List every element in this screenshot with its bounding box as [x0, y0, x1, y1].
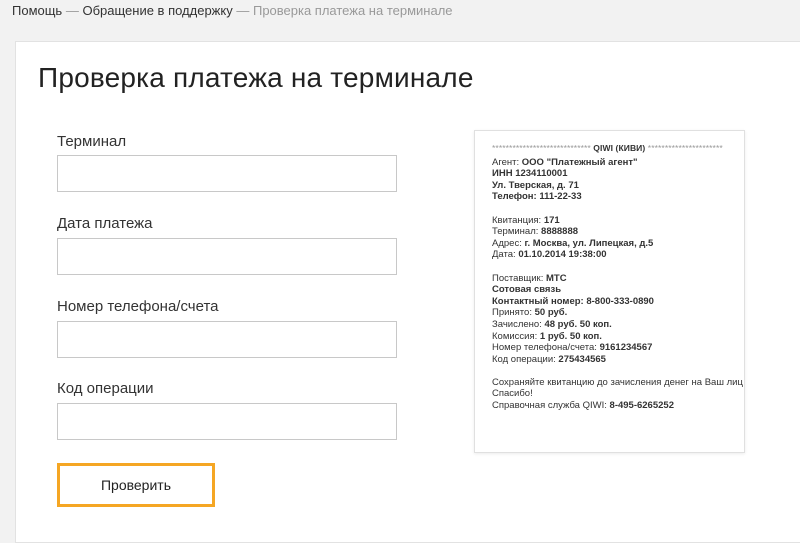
- operation-code-label: Код операции: [57, 380, 154, 397]
- payment-date-input[interactable]: [57, 238, 397, 275]
- receipt-header-stars: *****************************: [492, 143, 591, 153]
- receipt-help: Справочная служба QIWI: 8-495-6265252: [492, 400, 674, 412]
- receipt-number: Квитанция: 171: [492, 214, 560, 226]
- breadcrumb-separator: —: [236, 3, 250, 18]
- submit-button-highlight: Проверить: [57, 463, 215, 507]
- breadcrumb-current: Проверка платежа на терминале: [252, 3, 453, 18]
- receipt-service: Сотовая связь: [492, 284, 562, 296]
- receipt-inn: ИНН 1234110001: [492, 168, 568, 180]
- breadcrumb-separator: —: [65, 3, 79, 18]
- check-button[interactable]: Проверить: [63, 469, 209, 501]
- breadcrumb: Помощь — Обращение в поддержку — Проверк…: [12, 3, 453, 18]
- page-title: Проверка платежа на терминале: [38, 62, 474, 93]
- phone-account-input[interactable]: [57, 321, 397, 358]
- receipt-agent-phone: Телефон: 111-22-33: [492, 191, 582, 203]
- receipt-accepted: Принято: 50 руб.: [492, 307, 568, 319]
- receipt-agent-address: Ул. Тверская, д. 71: [492, 179, 579, 191]
- receipt-note: Сохраняйте квитанцию до зачисления денег…: [492, 376, 743, 388]
- receipt-header-stars: **********************: [647, 143, 723, 153]
- payment-date-label: Дата платежа: [57, 215, 153, 232]
- receipt-header-title: QIWI (КИВИ): [593, 143, 646, 153]
- receipt-thanks: Спасибо!: [492, 388, 533, 400]
- receipt-date: Дата: 01.10.2014 19:38:00: [492, 249, 607, 261]
- receipt-commission: Комиссия: 1 руб. 50 коп.: [492, 330, 602, 342]
- terminal-label: Терминал: [57, 133, 127, 150]
- terminal-input[interactable]: [57, 155, 397, 192]
- receipt-provider: Поставщик: МТС: [492, 272, 567, 284]
- breadcrumb-link-support[interactable]: Обращение в поддержку: [82, 3, 232, 18]
- receipt-header: ***************************** QIWI (КИВИ…: [492, 143, 744, 155]
- receipt-contact: Контактный номер: 8-800-333-0890: [492, 295, 654, 307]
- receipt-sample: ***************************** QIWI (КИВИ…: [474, 130, 745, 453]
- breadcrumb-link-help[interactable]: Помощь: [12, 3, 62, 18]
- operation-code-input[interactable]: [57, 403, 397, 440]
- receipt-operation-code: Код операции: 275434565: [492, 353, 606, 365]
- receipt-terminal: Терминал: 8888888: [492, 226, 579, 238]
- receipt-credited: Зачислено: 48 руб. 50 коп.: [492, 318, 612, 330]
- receipt-account: Номер телефона/счета: 9161234567: [492, 342, 653, 354]
- receipt-address: Адрес: г. Москва, ул. Липецкая, д.5: [492, 237, 654, 249]
- receipt-agent: Агент: ООО "Платежный агент": [492, 156, 638, 168]
- content-card: Проверка платежа на терминале Терминал Д…: [15, 41, 800, 543]
- phone-account-label: Номер телефона/счета: [57, 298, 219, 315]
